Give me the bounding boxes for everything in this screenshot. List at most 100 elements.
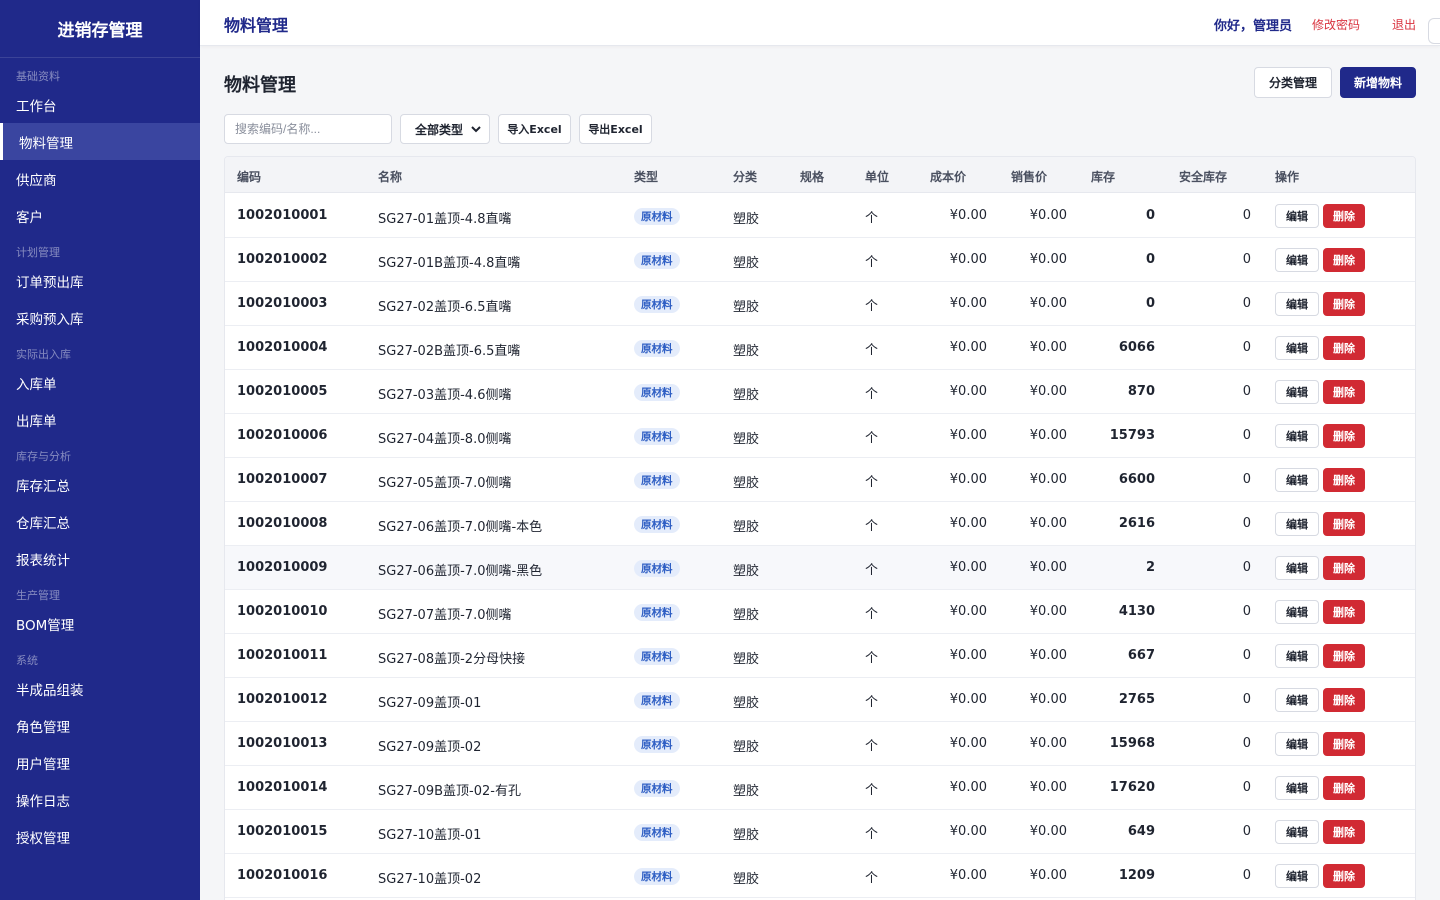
edit-button[interactable]: 编辑: [1275, 820, 1319, 844]
material-code: 1002010010: [237, 604, 328, 619]
safety-stock: 0: [1242, 824, 1251, 839]
table-row[interactable]: 1002010003 SG27-02盖顶-6.5直嘴 原材料 塑胶 个 ¥0.00 ¥0.0…: [225, 282, 1415, 326]
safety-stock: 0: [1242, 472, 1251, 487]
safety-stock: 0: [1242, 868, 1251, 883]
sidebar-item[interactable]: BOM管理: [0, 605, 200, 642]
table-row[interactable]: 1002010012 SG27-09盖顶-01 原材料 塑胶 个 ¥0.00 ¥0.00 27…: [225, 678, 1415, 722]
material-unit: 个: [865, 255, 879, 270]
sidebar-item[interactable]: 工作台: [0, 86, 200, 123]
table-row[interactable]: 1002010015 SG27-10盖顶-01 原材料 塑胶 个 ¥0.00 ¥0.00 64…: [225, 810, 1415, 854]
delete-button[interactable]: 删除: [1323, 380, 1365, 404]
type-select[interactable]: 全部类型: [400, 114, 490, 144]
material-name: SG27-08盖顶-2分母快接: [378, 652, 526, 667]
table-row[interactable]: 1002010006 SG27-04盖顶-8.0侧嘴 原材料 塑胶 个 ¥0.00 ¥0.0…: [225, 414, 1415, 458]
sidebar-item[interactable]: 采购预入库: [0, 299, 200, 336]
column-header: 安全库存: [1179, 170, 1228, 184]
edit-button[interactable]: 编辑: [1275, 468, 1319, 492]
side-drawer-handle[interactable]: [1428, 18, 1440, 44]
edit-button[interactable]: 编辑: [1275, 204, 1319, 228]
materials-table: 编码 名称 类型 分类 规格 单位 成本价 销售价 库存 安全库存 操作 1002010001 SG2…: [224, 156, 1416, 900]
delete-button[interactable]: 删除: [1323, 864, 1365, 888]
safety-stock: 0: [1242, 648, 1251, 663]
table-row[interactable]: 1002010008 SG27-06盖顶-7.0侧嘴-本色 原材料 塑胶 个 ¥0.00 ¥…: [225, 502, 1415, 546]
delete-button[interactable]: 删除: [1323, 732, 1365, 756]
table-row[interactable]: 1002010016 SG27-10盖顶-02 原材料 塑胶 个 ¥0.00 ¥0.00 12…: [225, 854, 1415, 898]
delete-button[interactable]: 删除: [1323, 688, 1365, 712]
edit-button[interactable]: 编辑: [1275, 248, 1319, 272]
table-row[interactable]: 1002010001 SG27-01盖顶-4.8直嘴 原材料 塑胶 个 ¥0.00 ¥0.0…: [225, 194, 1415, 238]
table-row[interactable]: 1002010004 SG27-02B盖顶-6.5直嘴 原材料 塑胶 个 ¥0.00 ¥0.…: [225, 326, 1415, 370]
user-greeting: 你好，管理员: [1214, 19, 1293, 34]
delete-button[interactable]: 删除: [1323, 204, 1365, 228]
sale-price: ¥0.00: [1029, 252, 1067, 267]
edit-button[interactable]: 编辑: [1275, 864, 1319, 888]
sidebar-item[interactable]: 入库单: [0, 364, 200, 401]
category-manage-button[interactable]: 分类管理: [1254, 67, 1332, 98]
sidebar-item[interactable]: 仓库汇总: [0, 503, 200, 540]
table-row[interactable]: 1002010011 SG27-08盖顶-2分母快接 原材料 塑胶 个 ¥0.00 ¥0.0…: [225, 634, 1415, 678]
delete-button[interactable]: 删除: [1323, 248, 1365, 272]
sidebar-group-label: 系统: [16, 654, 38, 667]
type-badge: 原材料: [634, 252, 680, 269]
change-password-link[interactable]: 修改密码: [1312, 16, 1360, 33]
sidebar-item[interactable]: 角色管理: [0, 707, 200, 744]
sale-price: ¥0.00: [1029, 736, 1067, 751]
table-row[interactable]: 1002010010 SG27-07盖顶-7.0侧嘴 原材料 塑胶 个 ¥0.00 ¥0.0…: [225, 590, 1415, 634]
material-category: 塑胶: [733, 344, 760, 359]
sidebar-item[interactable]: 订单预出库: [0, 262, 200, 299]
delete-button[interactable]: 删除: [1323, 424, 1365, 448]
type-badge: 原材料: [634, 208, 680, 225]
type-badge: 原材料: [634, 296, 680, 313]
edit-button[interactable]: 编辑: [1275, 424, 1319, 448]
export-excel-button[interactable]: 导出Excel: [579, 114, 652, 144]
stock-qty: 1209: [1118, 868, 1155, 883]
sidebar-item[interactable]: 供应商: [0, 160, 200, 197]
sale-price: ¥0.00: [1029, 472, 1067, 487]
delete-button[interactable]: 删除: [1323, 468, 1365, 492]
table-row[interactable]: 1002010007 SG27-05盖顶-7.0侧嘴 原材料 塑胶 个 ¥0.00 ¥0.0…: [225, 458, 1415, 502]
material-code: 1002010014: [237, 780, 328, 795]
add-material-button[interactable]: 新增物料: [1340, 67, 1416, 98]
table-row[interactable]: 1002010009 SG27-06盖顶-7.0侧嘴-黑色 原材料 塑胶 个 ¥0.00 ¥…: [225, 546, 1415, 590]
delete-button[interactable]: 删除: [1323, 556, 1365, 580]
sidebar-item[interactable]: 物料管理: [0, 123, 200, 160]
sidebar-item[interactable]: 客户: [0, 197, 200, 234]
sidebar-item[interactable]: 报表统计: [0, 540, 200, 577]
delete-button[interactable]: 删除: [1323, 820, 1365, 844]
delete-button[interactable]: 删除: [1323, 336, 1365, 360]
sidebar-item[interactable]: 出库单: [0, 401, 200, 438]
edit-button[interactable]: 编辑: [1275, 380, 1319, 404]
material-code: 1002010003: [237, 296, 328, 311]
search-input[interactable]: [224, 114, 392, 144]
edit-button[interactable]: 编辑: [1275, 336, 1319, 360]
table-row[interactable]: 1002010002 SG27-01B盖顶-4.8直嘴 原材料 塑胶 个 ¥0.00 ¥0.…: [225, 238, 1415, 282]
logout-link[interactable]: 退出: [1392, 16, 1416, 33]
cost-price: ¥0.00: [949, 868, 987, 883]
table-row[interactable]: 1002010013 SG27-09盖顶-02 原材料 塑胶 个 ¥0.00 ¥0.00 15…: [225, 722, 1415, 766]
delete-button[interactable]: 删除: [1323, 292, 1365, 316]
sidebar-item[interactable]: 半成品组装: [0, 670, 200, 707]
material-name: SG27-04盖顶-8.0侧嘴: [378, 432, 512, 447]
delete-button[interactable]: 删除: [1323, 600, 1365, 624]
edit-button[interactable]: 编辑: [1275, 512, 1319, 536]
sidebar-item[interactable]: 库存汇总: [0, 466, 200, 503]
import-excel-button[interactable]: 导入Excel: [498, 114, 571, 144]
edit-button[interactable]: 编辑: [1275, 600, 1319, 624]
edit-button[interactable]: 编辑: [1275, 292, 1319, 316]
delete-button[interactable]: 删除: [1323, 644, 1365, 668]
table-row[interactable]: 1002010014 SG27-09B盖顶-02-有孔 原材料 塑胶 个 ¥0.00 ¥0.…: [225, 766, 1415, 810]
column-header: 编码: [237, 170, 262, 184]
sidebar-item[interactable]: 授权管理: [0, 818, 200, 855]
material-code: 1002010004: [237, 340, 328, 355]
edit-button[interactable]: 编辑: [1275, 644, 1319, 668]
edit-button[interactable]: 编辑: [1275, 776, 1319, 800]
delete-button[interactable]: 删除: [1323, 776, 1365, 800]
table-row[interactable]: 1002010005 SG27-03盖顶-4.6侧嘴 原材料 塑胶 个 ¥0.00 ¥0.0…: [225, 370, 1415, 414]
sidebar-group-label: 基础资料: [16, 70, 60, 83]
edit-button[interactable]: 编辑: [1275, 732, 1319, 756]
delete-button[interactable]: 删除: [1323, 512, 1365, 536]
sidebar-item[interactable]: 操作日志: [0, 781, 200, 818]
edit-button[interactable]: 编辑: [1275, 556, 1319, 580]
sidebar-item[interactable]: 用户管理: [0, 744, 200, 781]
edit-button[interactable]: 编辑: [1275, 688, 1319, 712]
